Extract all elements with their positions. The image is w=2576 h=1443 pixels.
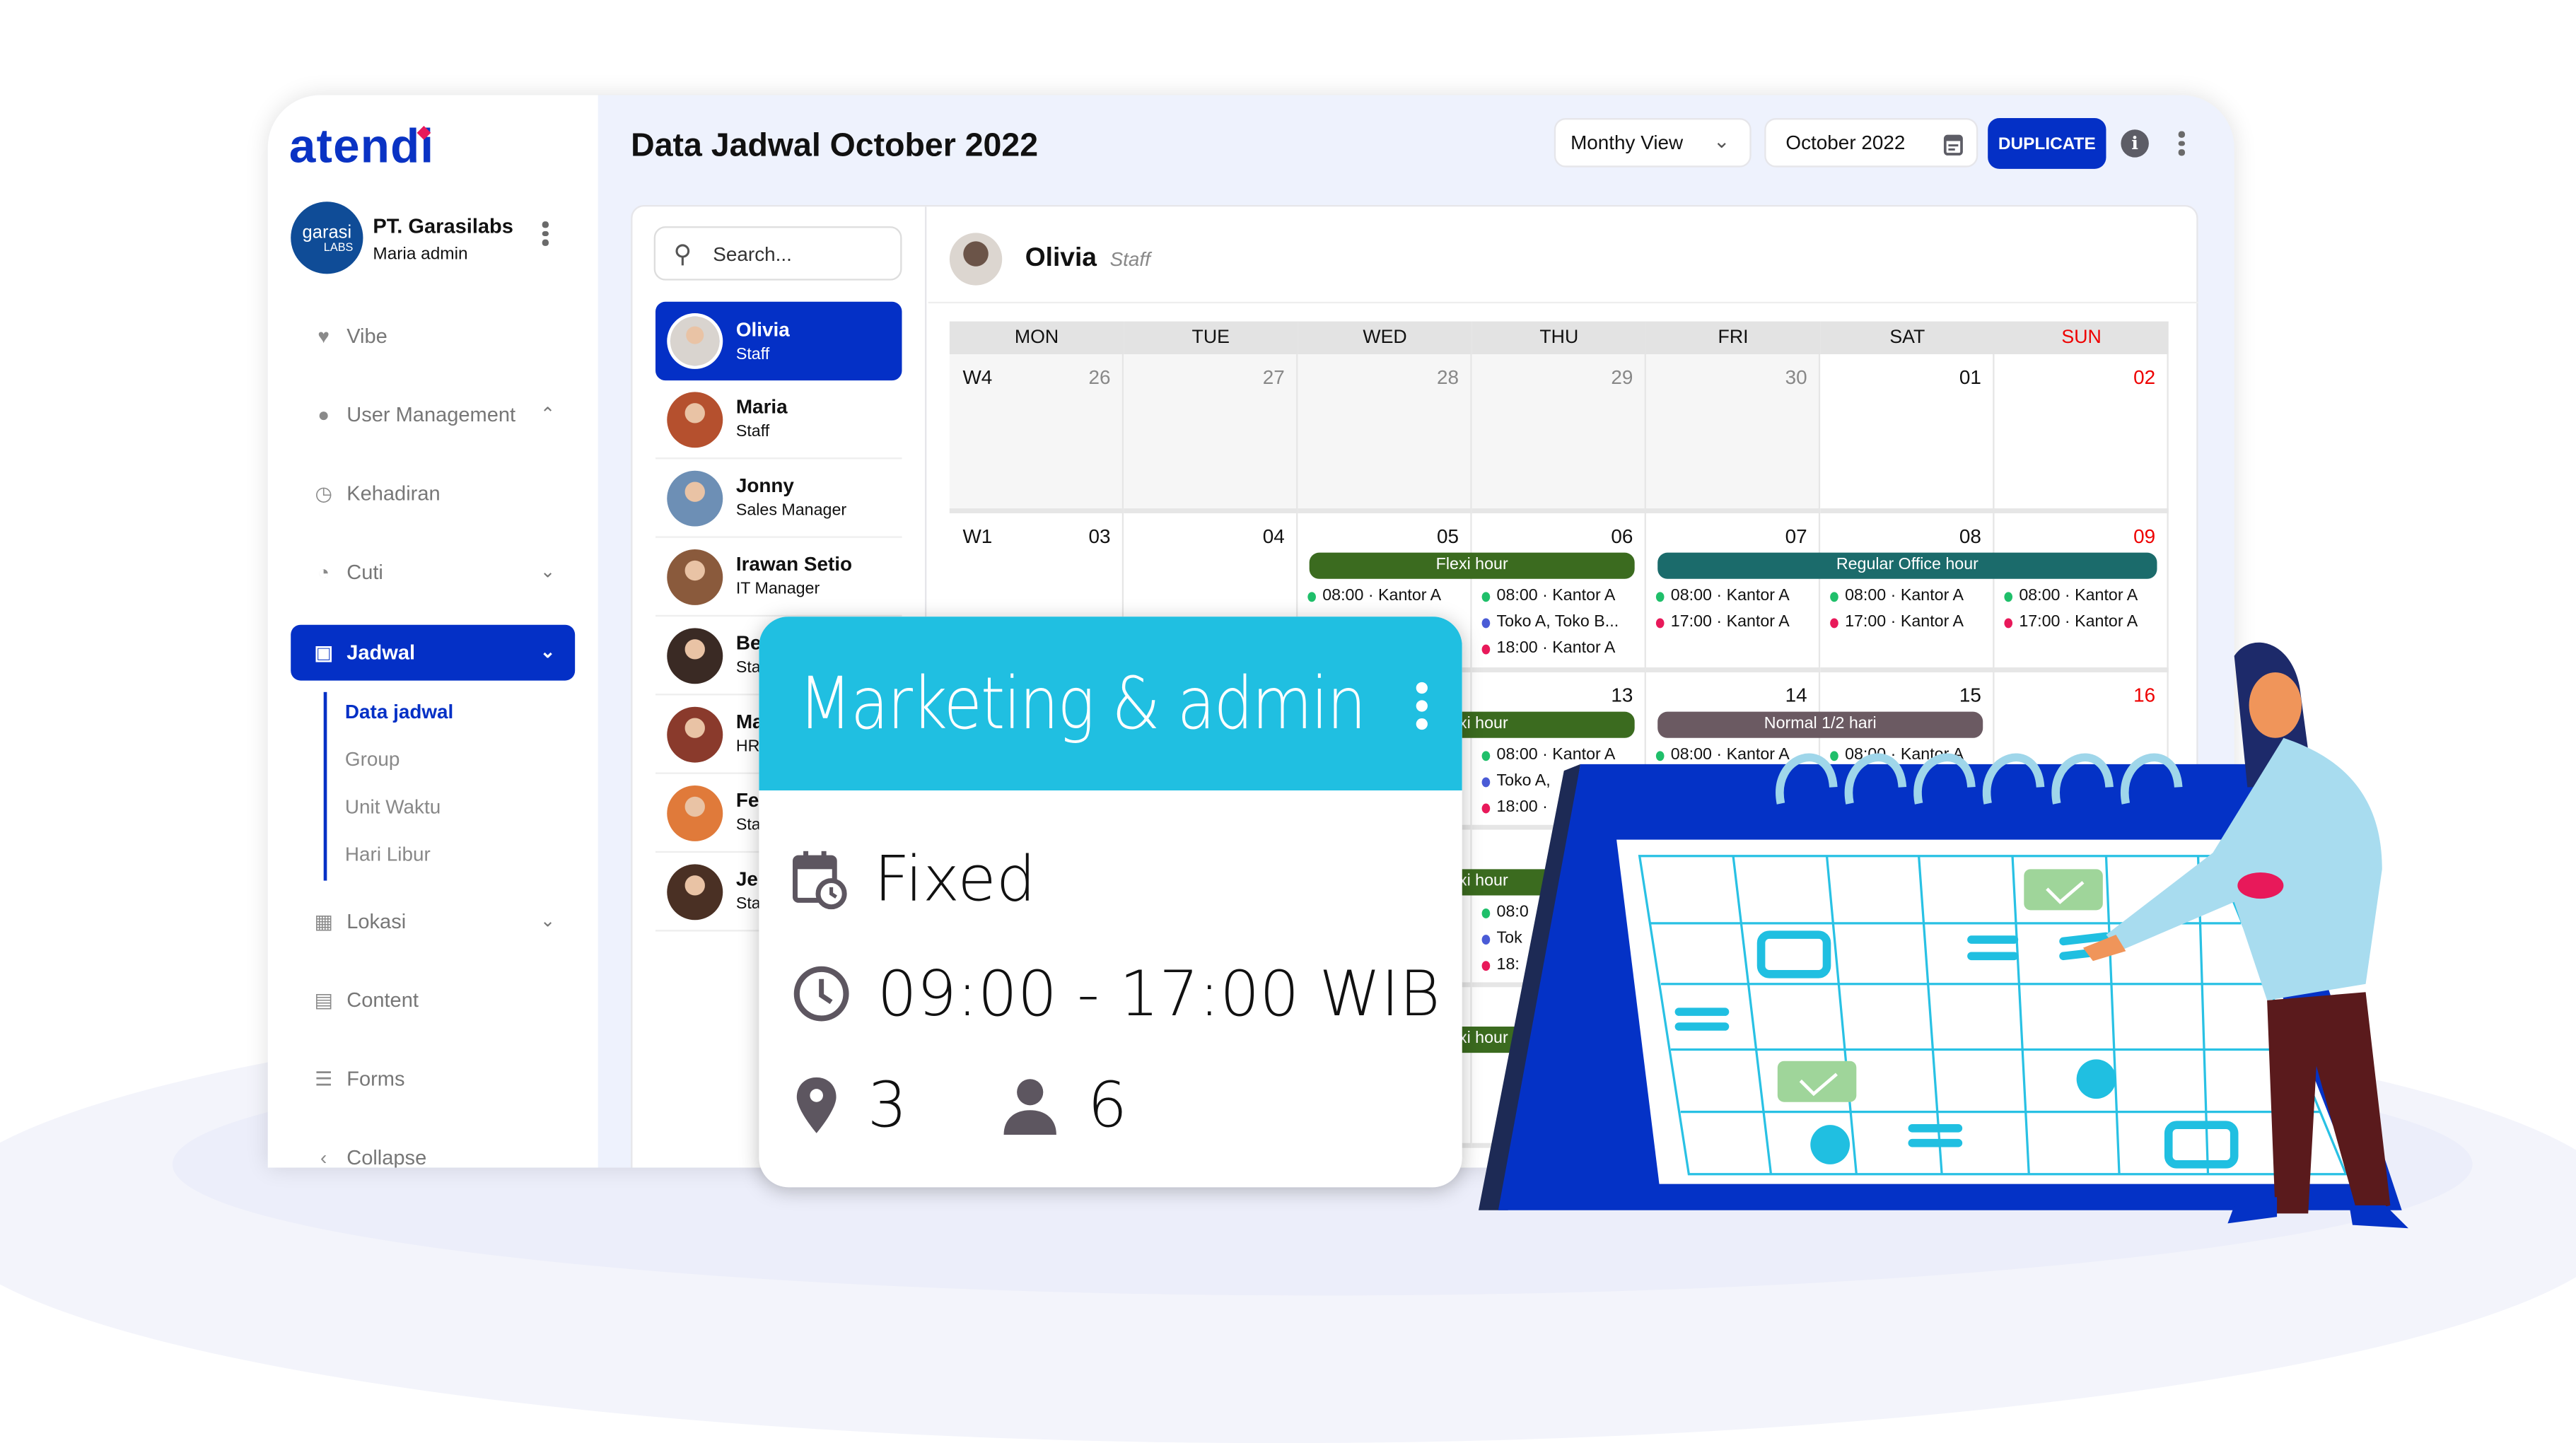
stage: atendi garasi LABS PT. Garasilabs Maria a…: [0, 0, 2576, 1443]
calendar-illustration: [1478, 642, 2408, 1229]
